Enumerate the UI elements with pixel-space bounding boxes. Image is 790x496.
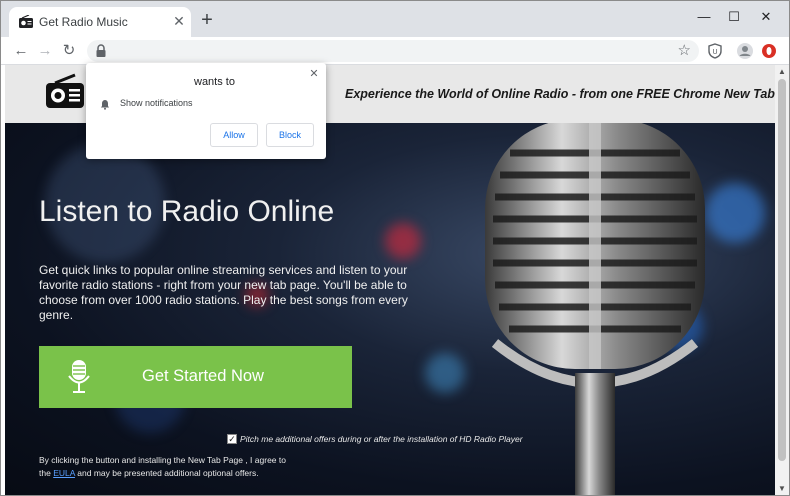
radio-logo-icon [46,73,84,108]
address-bar[interactable]: ☆ [87,40,699,62]
scroll-up-icon[interactable]: ▲ [778,67,786,76]
browser-toolbar: ← → ↻ ☆ U [1,37,789,65]
bokeh-light [425,353,465,393]
back-button[interactable]: ← [11,41,31,61]
popup-close-icon[interactable]: ✕ [308,67,320,80]
legal-text: By clicking the button and installing th… [39,454,299,480]
tab-title: Get Radio Music [39,15,128,29]
eula-link[interactable]: EULA [53,468,75,478]
svg-text:U: U [712,48,717,56]
tab-close-icon[interactable]: ✕ [171,13,187,29]
hero-description: Get quick links to popular online stream… [39,263,408,322]
block-button[interactable]: Block [266,123,314,147]
notification-permission-popup: wants to ✕ Show notifications Allow Bloc… [86,63,326,159]
popup-title: wants to [194,76,235,88]
hero-section: Listen to Radio Online Get quick links t… [5,123,775,495]
allow-button[interactable]: Allow [210,123,258,147]
scroll-thumb[interactable] [778,79,786,461]
radio-icon [19,15,33,28]
hero-title: Listen to Radio Online [39,195,335,228]
get-started-label: Get Started Now [142,367,264,385]
browser-window: Get Radio Music ✕ + — ☐ ✕ ← → ↻ ☆ U Expe… [0,0,790,496]
close-window-button[interactable]: ✕ [751,7,781,27]
legal-text-part2: and may be presented additional optional… [74,468,259,478]
profile-avatar-icon[interactable] [735,41,755,61]
scroll-down-icon[interactable]: ▼ [778,484,786,493]
new-tab-button[interactable]: + [197,10,217,31]
minimize-button[interactable]: — [689,7,719,27]
opera-red-icon[interactable] [759,41,779,61]
reload-button[interactable]: ↻ [59,41,79,61]
shield-extension-icon[interactable]: U [705,41,725,61]
page-scrollbar[interactable]: ▲ ▼ [775,65,789,495]
page-tagline: Experience the World of Online Radio - f… [345,87,775,101]
tab-get-radio-music[interactable]: Get Radio Music ✕ [9,7,191,37]
get-started-button[interactable]: Get Started Now [39,346,352,408]
offer-text: Pitch me additional offers during or aft… [240,434,523,444]
bokeh-light [385,223,421,259]
offer-checkbox[interactable]: ✓ [227,434,237,444]
microphone-icon [68,360,90,393]
maximize-button[interactable]: ☐ [719,7,749,27]
bell-icon [101,100,109,110]
lock-icon[interactable] [95,44,107,58]
bookmark-star-icon[interactable]: ☆ [678,42,691,60]
tab-strip: Get Radio Music ✕ + — ☐ ✕ [1,1,789,37]
forward-button[interactable]: → [35,41,55,61]
permission-text: Show notifications [120,98,193,108]
